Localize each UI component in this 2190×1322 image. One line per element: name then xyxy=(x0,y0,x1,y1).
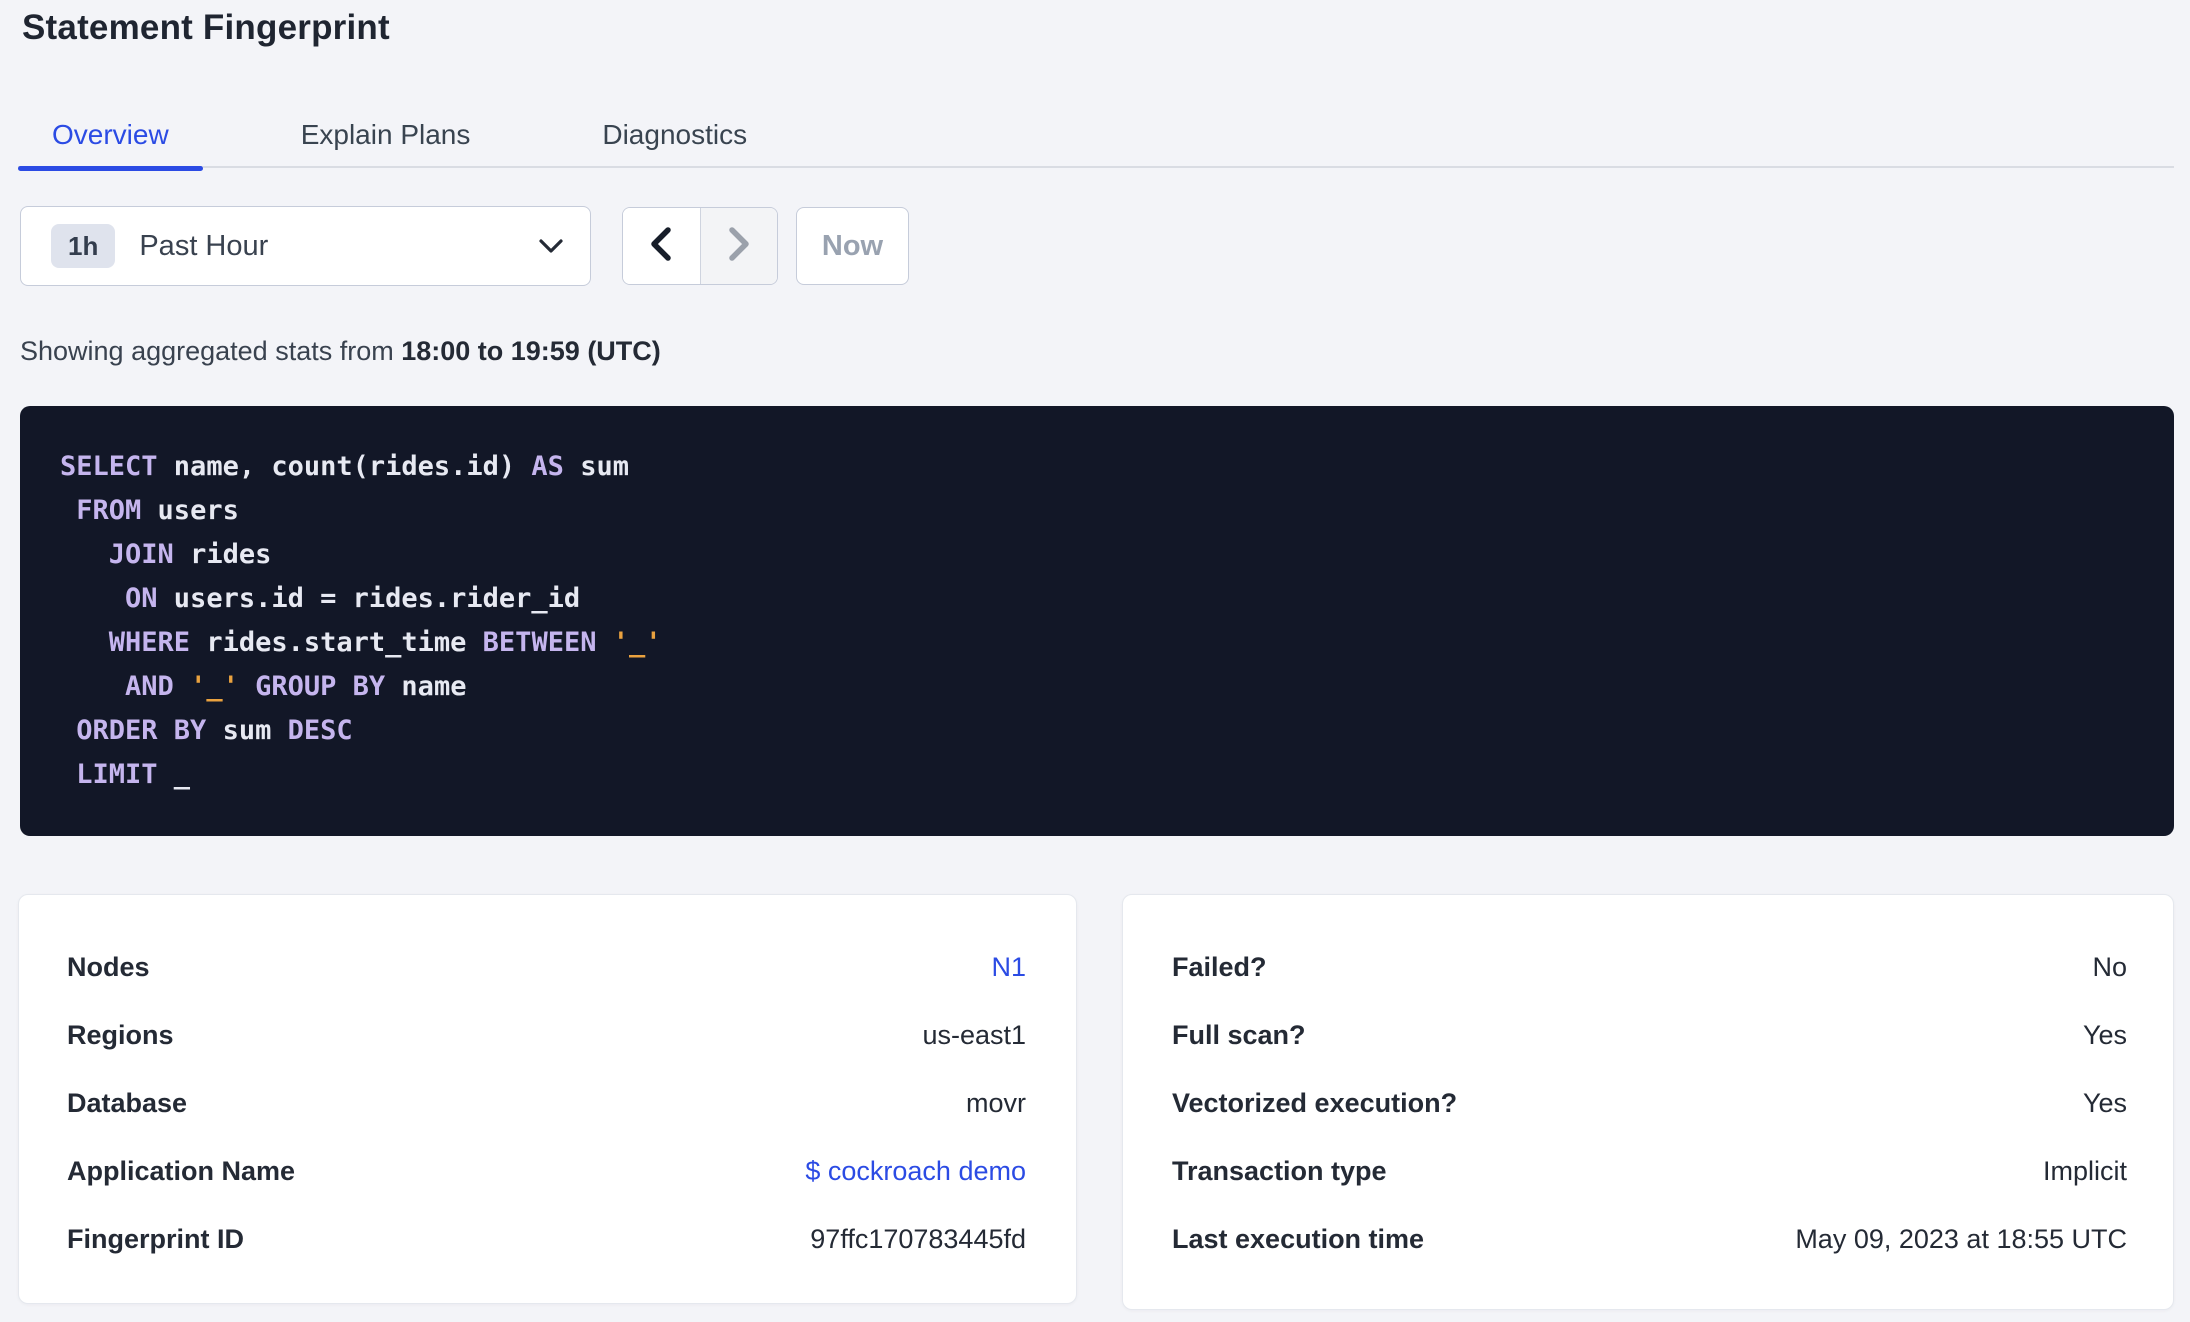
application-name-link[interactable]: $ cockroach demo xyxy=(805,1156,1026,1187)
stats-range: 18:00 to 19:59 (UTC) xyxy=(401,336,661,366)
tab-label: Overview xyxy=(52,119,169,150)
info-row-value: Yes xyxy=(2082,1019,2127,1050)
sql-line: SELECT name, count(rides.id) AS sum xyxy=(60,451,629,482)
page-title: Statement Fingerprint xyxy=(22,8,390,47)
info-row-value: Implicit xyxy=(2042,1155,2127,1186)
interval-badge: 1h xyxy=(51,224,116,268)
sql-line: JOIN rides xyxy=(108,539,272,570)
info-row: Full scan? Yes xyxy=(1172,1001,2127,1069)
sql-line: FROM users xyxy=(76,495,239,526)
info-row: Last execution time May 09, 2023 at 18:55… xyxy=(1172,1205,2127,1273)
active-tab-underline xyxy=(18,166,203,171)
statement-fingerprint-page: { "page": { "title": "Statement Fingerpr… xyxy=(0,0,2190,1322)
info-row-value: us-east1 xyxy=(922,1019,1026,1050)
info-row-value: 97ffc170783445fd xyxy=(810,1223,1026,1254)
sql-statement-box: SELECT name, count(rides.id) AS sum FROM… xyxy=(20,406,2174,836)
info-row-value: movr xyxy=(966,1087,1026,1118)
info-row: Transaction type Implicit xyxy=(1172,1137,2127,1205)
info-row: Database movr xyxy=(67,1069,1026,1137)
info-row-label: Full scan? xyxy=(1172,1019,1306,1050)
info-row-label: Failed? xyxy=(1172,951,1267,982)
now-button[interactable]: Now xyxy=(796,207,909,285)
info-row: Vectorized execution? Yes xyxy=(1172,1069,2127,1137)
info-row: Fingerprint ID 97ffc170783445fd xyxy=(67,1205,1026,1273)
info-row-label: Vectorized execution? xyxy=(1172,1087,1458,1118)
tab-label: Explain Plans xyxy=(300,119,471,150)
info-row: Failed? No xyxy=(1172,933,2127,1001)
info-row-label: Database xyxy=(67,1087,188,1118)
sql-line: WHERE rides.start_time BETWEEN '_' xyxy=(108,627,662,658)
info-row-value: May 09, 2023 at 18:55 UTC xyxy=(1795,1223,2127,1254)
info-row: Nodes N1 xyxy=(67,933,1026,1001)
sql-line: ORDER BY sum DESC xyxy=(76,715,353,746)
time-interval-dropdown[interactable]: 1h Past Hour xyxy=(20,206,591,286)
tab-bar: Overview Explain Plans Diagnostics xyxy=(18,102,2174,171)
tab-explain-plans[interactable]: Explain Plans xyxy=(267,102,505,168)
tab-label: Diagnostics xyxy=(602,119,748,150)
chevron-left-icon xyxy=(648,226,674,267)
info-row-label: Application Name xyxy=(67,1155,296,1186)
tab-overview[interactable]: Overview xyxy=(18,102,203,171)
tab-diagnostics[interactable]: Diagnostics xyxy=(568,102,781,168)
info-row-label: Fingerprint ID xyxy=(67,1223,244,1254)
info-row-label: Last execution time xyxy=(1172,1223,1425,1254)
time-controls: 1h Past Hour Now xyxy=(20,206,1020,286)
chevron-right-icon xyxy=(726,226,752,267)
info-row-label: Nodes xyxy=(67,951,150,982)
interval-label: Past Hour xyxy=(139,229,269,262)
nodes-link[interactable]: N1 xyxy=(991,952,1026,983)
chevron-down-icon xyxy=(538,237,564,260)
stats-summary: Showing aggregated stats from 18:00 to 1… xyxy=(20,336,661,367)
sql-line: AND '_' GROUP BY name xyxy=(125,671,467,702)
info-row-value: No xyxy=(2092,951,2127,982)
sql-line: LIMIT _ xyxy=(76,759,191,790)
info-row-label: Regions xyxy=(67,1019,174,1050)
next-time-button[interactable] xyxy=(700,208,777,284)
info-row: Regions us-east1 xyxy=(67,1001,1026,1069)
info-card-left: Nodes N1 Regions us-east1 Database movr Applic… xyxy=(18,894,1077,1304)
info-row-value: Yes xyxy=(2082,1087,2127,1118)
info-row: Application Name $ cockroach demo xyxy=(67,1137,1026,1205)
info-card-right: Failed? No Full scan? Yes Vectorized executi… xyxy=(1122,894,2174,1310)
sql-code: SELECT name, count(rides.id) AS sum FROM… xyxy=(60,445,2144,797)
sql-line: ON users.id = rides.rider_id xyxy=(125,583,581,614)
prev-time-button[interactable] xyxy=(623,208,701,284)
info-row-label: Transaction type xyxy=(1172,1155,1387,1186)
time-pager xyxy=(622,207,778,285)
stats-prefix: Showing aggregated stats from xyxy=(20,336,402,366)
